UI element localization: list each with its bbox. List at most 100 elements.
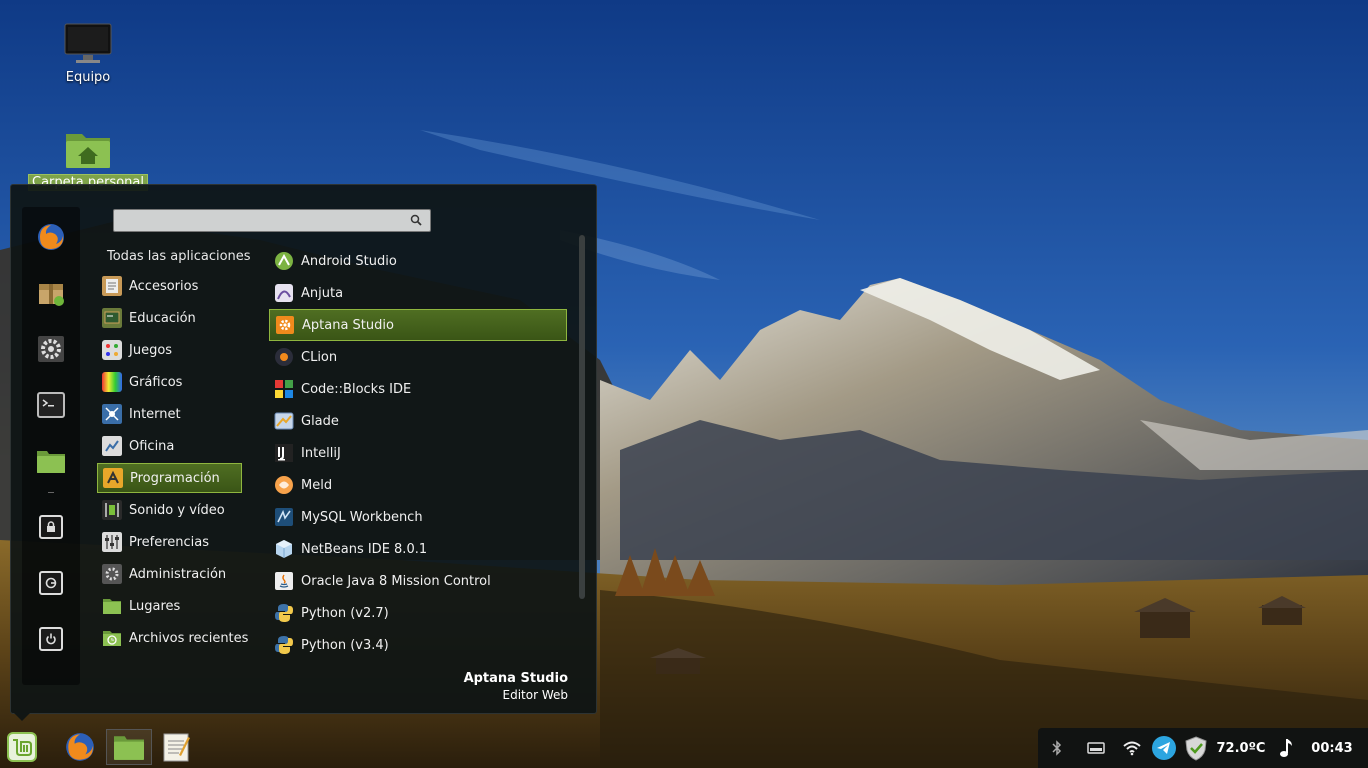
telegram-icon	[1152, 736, 1176, 760]
category-item[interactable]: Gráficos	[97, 367, 242, 397]
removable-drive-icon	[1087, 742, 1105, 754]
favorite-system-settings[interactable]	[35, 333, 67, 365]
category-item[interactable]: Oficina	[97, 431, 242, 461]
app-item[interactable]: NetBeans IDE 8.0.1	[269, 533, 567, 565]
panel-launcher-firefox[interactable]	[62, 729, 98, 765]
shutdown-button[interactable]	[35, 623, 67, 655]
anjuta-icon	[275, 284, 293, 302]
monitor-icon	[64, 23, 112, 63]
app-item[interactable]: Python (v2.7)	[269, 597, 567, 629]
category-item[interactable]: Internet	[97, 399, 242, 429]
category-item[interactable]: Accesorios	[97, 271, 242, 301]
category-item[interactable]: Programación	[97, 463, 242, 493]
terminal-icon	[37, 392, 65, 418]
app-item[interactable]: CLion	[269, 341, 567, 373]
mint-menu-button[interactable]	[4, 729, 40, 765]
category-label: Preferencias	[129, 534, 210, 550]
tray-removable-drive[interactable]	[1084, 728, 1108, 768]
app-label: NetBeans IDE 8.0.1	[301, 541, 428, 557]
app-label: Aptana Studio	[302, 317, 394, 333]
app-item[interactable]: Python (v3.4)	[269, 629, 567, 661]
clion-icon	[275, 348, 293, 366]
app-list-scrollbar[interactable]	[579, 235, 585, 599]
category-item[interactable]: Juegos	[97, 335, 242, 365]
glade-icon	[274, 412, 294, 430]
places-folder-icon	[103, 599, 121, 614]
administration-icon	[102, 564, 122, 584]
category-all-applications[interactable]: Todas las aplicaciones	[107, 249, 251, 264]
category-item[interactable]: Educación	[97, 303, 242, 333]
app-item[interactable]: Android Studio	[269, 245, 567, 277]
tray-sound[interactable]	[1274, 728, 1298, 768]
category-item[interactable]: Archivos recientes	[97, 623, 248, 653]
lock-icon	[47, 521, 55, 532]
app-item[interactable]: Code::Blocks IDE	[269, 373, 567, 405]
netbeans-icon	[276, 540, 292, 558]
application-menu: Todas las aplicaciones Accesorios Educaci…	[10, 184, 597, 714]
app-item[interactable]: MySQL Workbench	[269, 501, 567, 533]
app-label: Code::Blocks IDE	[301, 381, 412, 397]
category-label: Programación	[130, 470, 220, 486]
desktop-icon-computer[interactable]: Equipo	[52, 22, 124, 85]
intellij-icon	[275, 444, 293, 462]
category-label: Oficina	[129, 438, 175, 454]
search-box[interactable]	[113, 209, 431, 232]
panel-launcher-files[interactable]	[106, 729, 152, 765]
lock-screen-button[interactable]	[35, 511, 67, 543]
files-folder-icon	[114, 736, 144, 760]
accessories-icon	[102, 276, 122, 296]
files-folder-icon	[37, 451, 65, 473]
search-icon[interactable]	[410, 214, 422, 226]
category-label: Educación	[129, 310, 196, 326]
app-item[interactable]: IntelliJ	[269, 437, 567, 469]
app-item[interactable]: Anjuta	[269, 277, 567, 309]
recent-files-icon	[103, 631, 121, 646]
python-icon	[275, 604, 293, 622]
app-label: IntelliJ	[301, 445, 341, 461]
tray-temperature[interactable]: 72.0ºC	[1216, 728, 1266, 768]
app-item[interactable]: Oracle Java 8 Mission Control	[269, 565, 567, 597]
meld-icon	[275, 476, 293, 494]
app-label: Android Studio	[301, 253, 397, 269]
category-item[interactable]: Administración	[97, 559, 242, 589]
app-label: Oracle Java 8 Mission Control	[301, 573, 491, 589]
wifi-icon	[1123, 741, 1141, 756]
category-label: Gráficos	[129, 374, 183, 390]
scrollbar-thumb[interactable]	[579, 235, 585, 599]
software-manager-icon	[39, 284, 64, 306]
panel-launcher-text-editor[interactable]	[158, 729, 194, 765]
tray-network[interactable]	[1120, 728, 1144, 768]
logout-button[interactable]	[35, 567, 67, 599]
text-editor-icon	[163, 733, 190, 762]
sound-video-icon	[102, 500, 122, 520]
desktop-icon-home-folder[interactable]: Carpeta personal	[28, 126, 148, 191]
tray-bluetooth[interactable]	[1046, 728, 1068, 768]
tray-clock[interactable]: 00:43	[1304, 728, 1360, 768]
favorite-software-manager[interactable]	[35, 277, 67, 309]
tray-telegram[interactable]	[1150, 728, 1178, 768]
music-note-icon	[1280, 739, 1292, 757]
preferences-icon	[102, 532, 122, 552]
education-icon	[102, 308, 122, 328]
selected-app-name: Aptana Studio	[463, 671, 568, 686]
menu-pointer	[14, 713, 30, 721]
favorites-sidebar	[22, 207, 80, 685]
graphics-icon	[102, 372, 122, 392]
favorites-separator	[48, 492, 54, 493]
app-item[interactable]: Aptana Studio	[269, 309, 567, 341]
favorite-terminal[interactable]	[35, 389, 67, 421]
update-shield-icon	[1185, 736, 1207, 761]
favorite-files[interactable]	[35, 445, 67, 477]
app-label: Anjuta	[301, 285, 344, 301]
programming-icon	[103, 468, 123, 488]
category-item[interactable]: Sonido y vídeo	[97, 495, 242, 525]
java-icon	[275, 572, 293, 590]
category-item[interactable]: Preferencias	[97, 527, 242, 557]
app-item[interactable]: Meld	[269, 469, 567, 501]
favorite-firefox[interactable]	[35, 221, 67, 253]
selected-app-description: Editor Web	[502, 688, 569, 702]
app-item[interactable]: Glade	[269, 405, 567, 437]
category-item[interactable]: Lugares	[97, 591, 242, 621]
tray-update-manager[interactable]	[1182, 728, 1210, 768]
search-input[interactable]	[118, 212, 402, 231]
